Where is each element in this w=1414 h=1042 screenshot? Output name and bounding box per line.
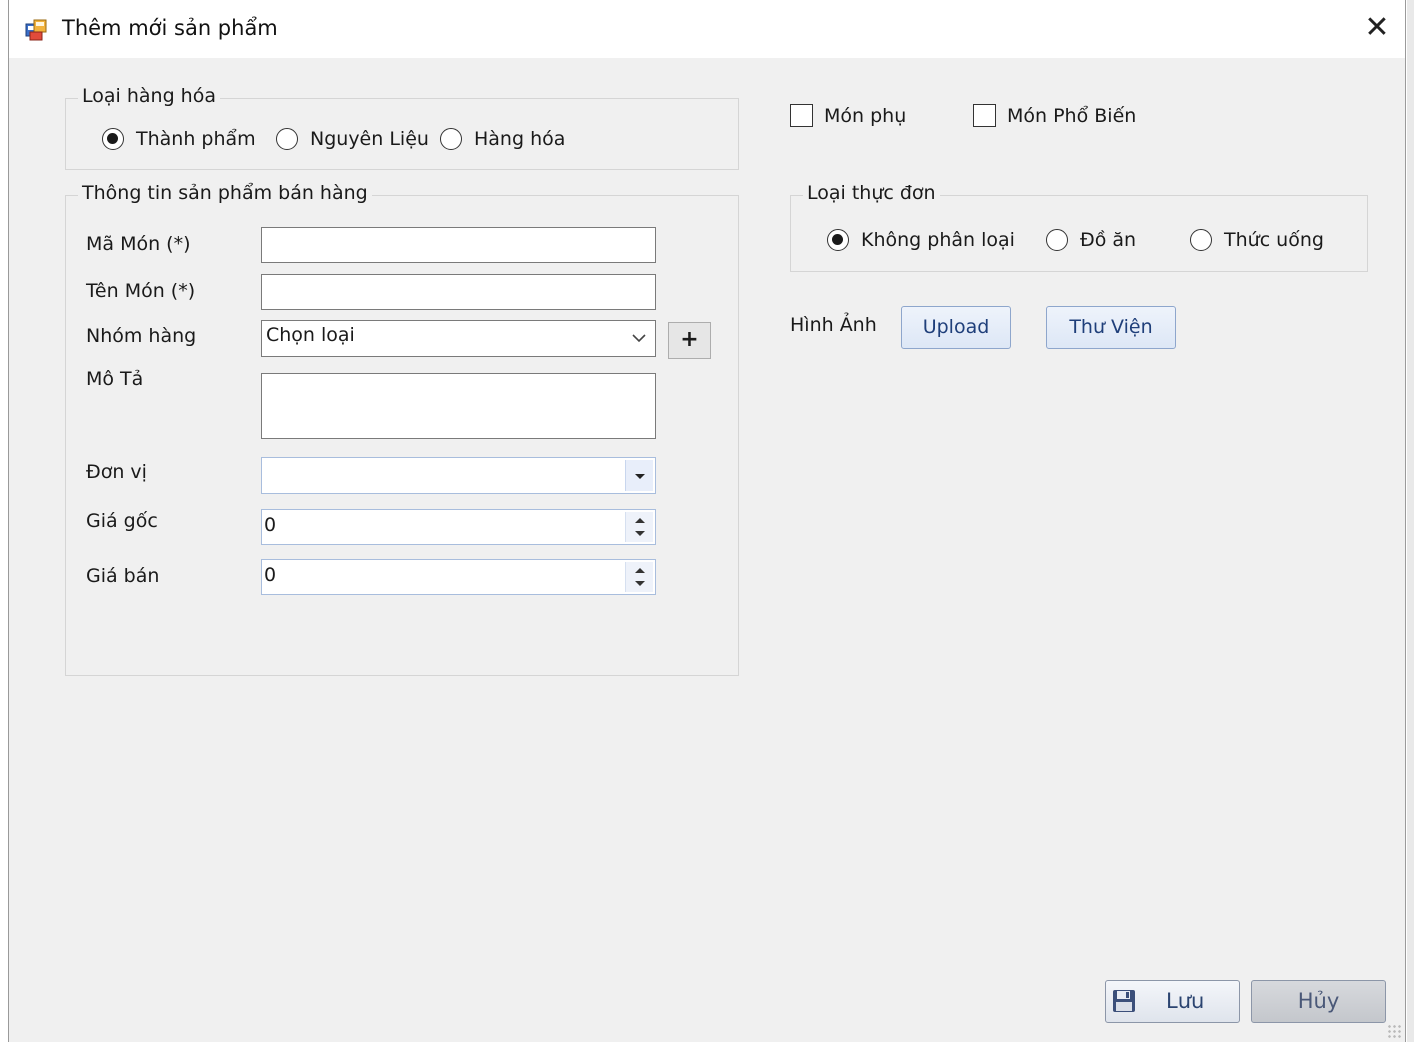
menu-type-legend: Loại thực đơn [803,182,940,204]
description-textarea[interactable] [261,373,656,439]
library-button[interactable]: Thư Viện [1046,306,1176,349]
checkbox-box [790,104,813,127]
description-label: Mô Tả [86,368,144,390]
spin-buttons[interactable] [625,512,653,542]
dialog-window: Thêm mới sản phẩm ✕ Loại hàng hóa Thành … [8,0,1406,1042]
radio-dot [827,229,849,251]
code-label: Mã Món (*) [86,233,191,255]
popular-dish-checkbox[interactable]: Món Phổ Biến [973,104,1136,127]
window-title: Thêm mới sản phẩm [62,16,278,40]
background-window-edge [1407,0,1414,1042]
product-info-legend: Thông tin sản phẩm bán hàng [78,182,372,204]
chevron-down-icon [632,334,646,343]
radio-label: Thành phẩm [136,128,256,150]
popular-label: Món Phổ Biến [1007,104,1137,127]
cost-price-value: 0 [264,514,277,536]
upload-button[interactable]: Upload [901,306,1011,349]
plus-icon: + [680,327,699,352]
add-group-button[interactable]: + [668,322,711,359]
price-label: Giá bán [86,565,160,587]
sale-price-input[interactable]: 0 [261,559,656,595]
radio-dot [1190,229,1212,251]
radio-dot [102,128,124,150]
group-label: Nhóm hàng [86,325,197,347]
sale-price-value: 0 [264,564,277,586]
floppy-disk-icon [1113,990,1135,1012]
radio-finished-product[interactable]: Thành phẩm [102,128,256,150]
radio-food[interactable]: Đồ ăn [1046,229,1136,251]
product-info-group: Thông tin sản phẩm bán hàng Mã Món (*) T… [65,182,739,676]
close-button[interactable]: ✕ [1357,10,1397,48]
spin-down-icon[interactable] [635,581,645,586]
spin-down-icon[interactable] [635,531,645,536]
spin-up-icon[interactable] [635,518,645,523]
radio-label: Thức uống [1224,229,1324,251]
spin-up-icon[interactable] [635,568,645,573]
unit-label: Đơn vị [86,461,147,483]
close-icon: ✕ [1364,10,1390,45]
menu-type-group: Loại thực đơn Không phân loại Đồ ăn Thức… [790,182,1368,272]
code-input[interactable] [261,227,656,263]
product-type-legend: Loại hàng hóa [78,85,220,107]
radio-goods[interactable]: Hàng hóa [440,128,565,150]
save-label: Lưu [1166,989,1205,1013]
spin-buttons[interactable] [625,562,653,592]
resize-grip[interactable] [1387,1024,1403,1040]
radio-label: Đồ ăn [1080,229,1137,251]
checkbox-box [973,104,996,127]
group-select[interactable]: Chọn loại [261,320,656,357]
name-input[interactable] [261,274,656,310]
radio-raw-material[interactable]: Nguyên Liệu [276,128,429,150]
save-button[interactable]: Lưu [1105,980,1240,1023]
radio-label: Hàng hóa [474,128,566,150]
side-dish-label: Món phụ [824,104,907,127]
radio-label: Nguyên Liệu [310,128,429,150]
side-dish-checkbox[interactable]: Món phụ [790,104,906,127]
product-type-group: Loại hàng hóa Thành phẩm Nguyên Liệu Hàn… [65,85,739,170]
radio-dot [440,128,462,150]
form-app-icon [25,19,47,41]
radio-dot [1046,229,1068,251]
name-label: Tên Món (*) [86,280,196,302]
radio-label: Không phân loại [861,229,1015,251]
dropdown-arrow-icon[interactable] [625,460,653,491]
cost-label: Giá gốc [86,510,158,532]
cost-price-input[interactable]: 0 [261,509,656,545]
image-label: Hình Ảnh [790,314,877,336]
cancel-button[interactable]: Hủy [1251,980,1386,1023]
unit-select[interactable] [261,457,656,494]
radio-unclassified[interactable]: Không phân loại [827,229,1015,251]
radio-dot [276,128,298,150]
title-bar: Thêm mới sản phẩm ✕ [9,0,1405,58]
group-select-value: Chọn loại [266,324,355,346]
radio-drinks[interactable]: Thức uống [1190,229,1324,251]
